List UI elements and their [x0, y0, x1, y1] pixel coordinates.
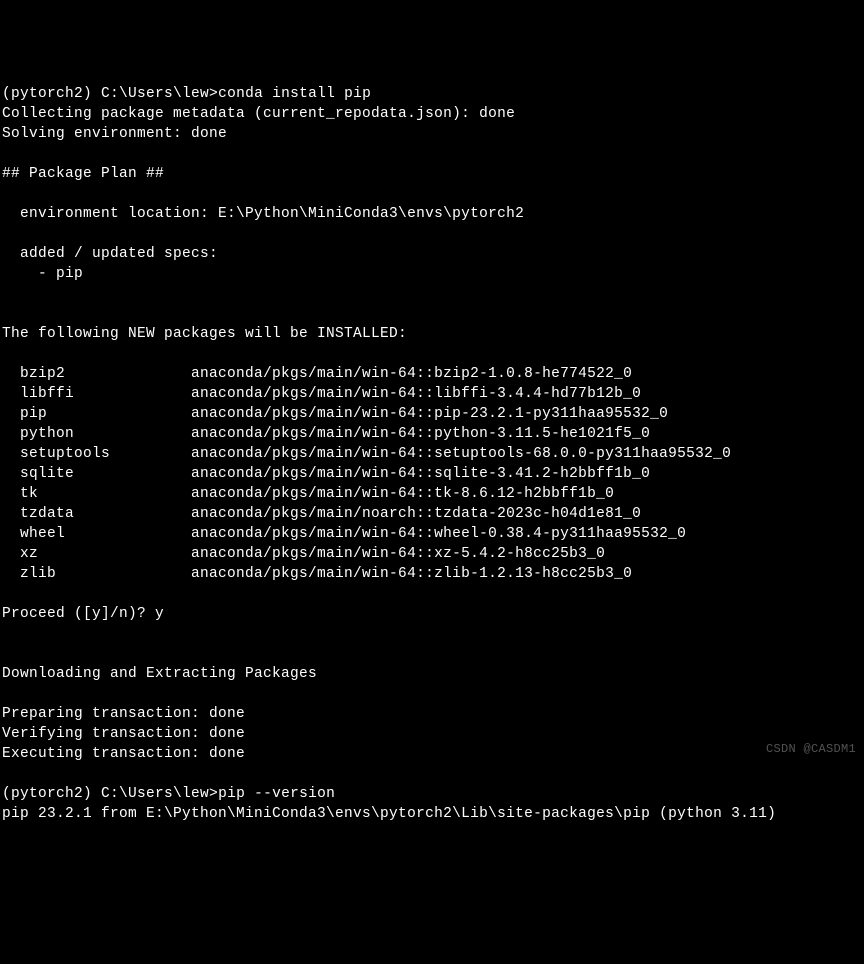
added-specs-header: added / updated specs: [2, 246, 218, 262]
proceed-answer: y [155, 606, 164, 622]
terminal-output[interactable]: (pytorch2) C:\Users\lew>conda install pi… [2, 84, 862, 824]
plan-header: ## Package Plan ## [2, 166, 164, 182]
package-list: bzip2 anaconda/pkgs/main/win-64::bzip2-1… [2, 366, 731, 582]
prompt-path: C:\Users\lew> [101, 786, 218, 802]
prompt-line-2: (pytorch2) C:\Users\lew>pip --version [2, 786, 335, 802]
pip-version-output: pip 23.2.1 from E:\Python\MiniConda3\env… [2, 806, 776, 822]
command-input: pip --version [218, 786, 335, 802]
solving-line: Solving environment: done [2, 126, 227, 142]
new-packages-header: The following NEW packages will be INSTA… [2, 326, 407, 342]
verifying-line: Verifying transaction: done [2, 726, 245, 742]
env-prefix: (pytorch2) [2, 786, 92, 802]
prompt-path: C:\Users\lew> [101, 86, 218, 102]
proceed-prompt: Proceed ([y]/n)? y [2, 606, 164, 622]
executing-line: Executing transaction: done [2, 746, 245, 762]
prompt-line-1: (pytorch2) C:\Users\lew>conda install pi… [2, 86, 371, 102]
downloading-line: Downloading and Extracting Packages [2, 666, 317, 682]
spec-pip: - pip [2, 266, 83, 282]
env-prefix: (pytorch2) [2, 86, 92, 102]
command-input: conda install pip [218, 86, 371, 102]
collecting-line: Collecting package metadata (current_rep… [2, 106, 515, 122]
watermark: CSDN @CASDM1 [766, 741, 856, 758]
env-location: environment location: E:\Python\MiniCond… [2, 206, 524, 222]
preparing-line: Preparing transaction: done [2, 706, 245, 722]
